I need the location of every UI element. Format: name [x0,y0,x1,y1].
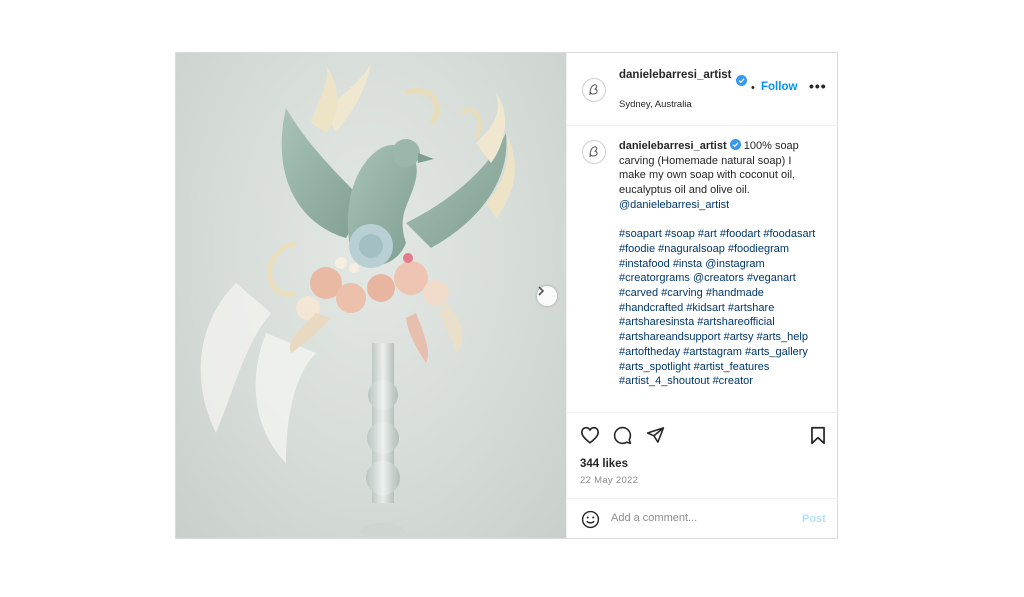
caption-mention[interactable]: @danielebarresi_artist [619,199,729,211]
verified-badge-icon [736,75,747,86]
caption-text: danielebarresi_artist 100% soap carving … [619,139,819,389]
post-date: 22 May 2022 [580,475,639,486]
comment-input[interactable] [611,509,791,527]
share-icon[interactable] [646,426,665,444]
comment-section: Post [567,498,838,538]
instagram-post: danielebarresi_artist • Follow ••• Sydne… [175,52,838,539]
post-header: danielebarresi_artist • Follow ••• Sydne… [567,53,838,126]
caption-hashtags[interactable]: #soapart #soap #art #foodart #foodasart … [619,227,819,389]
separator-dot: • [751,82,755,94]
avatar[interactable] [582,78,606,102]
caption-avatar[interactable] [582,140,606,164]
soap-carving-photo [200,63,515,538]
more-options-button[interactable]: ••• [809,79,827,93]
post-comment-button[interactable]: Post [802,513,826,525]
artist-monogram-icon [589,84,598,96]
follow-button[interactable]: Follow [761,81,797,93]
artist-monogram-icon [589,146,598,158]
emoji-icon[interactable] [581,510,600,529]
bookmark-icon[interactable] [810,426,826,445]
comment-icon[interactable] [613,426,632,445]
action-bar: 344 likes 22 May 2022 [567,412,838,498]
caption-section: danielebarresi_artist 100% soap carving … [567,126,838,412]
post-sidebar: danielebarresi_artist • Follow ••• Sydne… [566,53,838,538]
post-image[interactable] [176,53,566,538]
likes-count[interactable]: 344 likes [580,458,628,470]
verified-badge-icon [729,139,741,150]
location-link[interactable]: Sydney, Australia [619,99,692,110]
caption-username[interactable]: danielebarresi_artist [619,140,727,152]
chevron-right-icon [538,286,545,296]
heart-icon[interactable] [580,426,600,444]
header-username[interactable]: danielebarresi_artist [619,68,739,83]
next-image-button[interactable] [537,286,557,306]
